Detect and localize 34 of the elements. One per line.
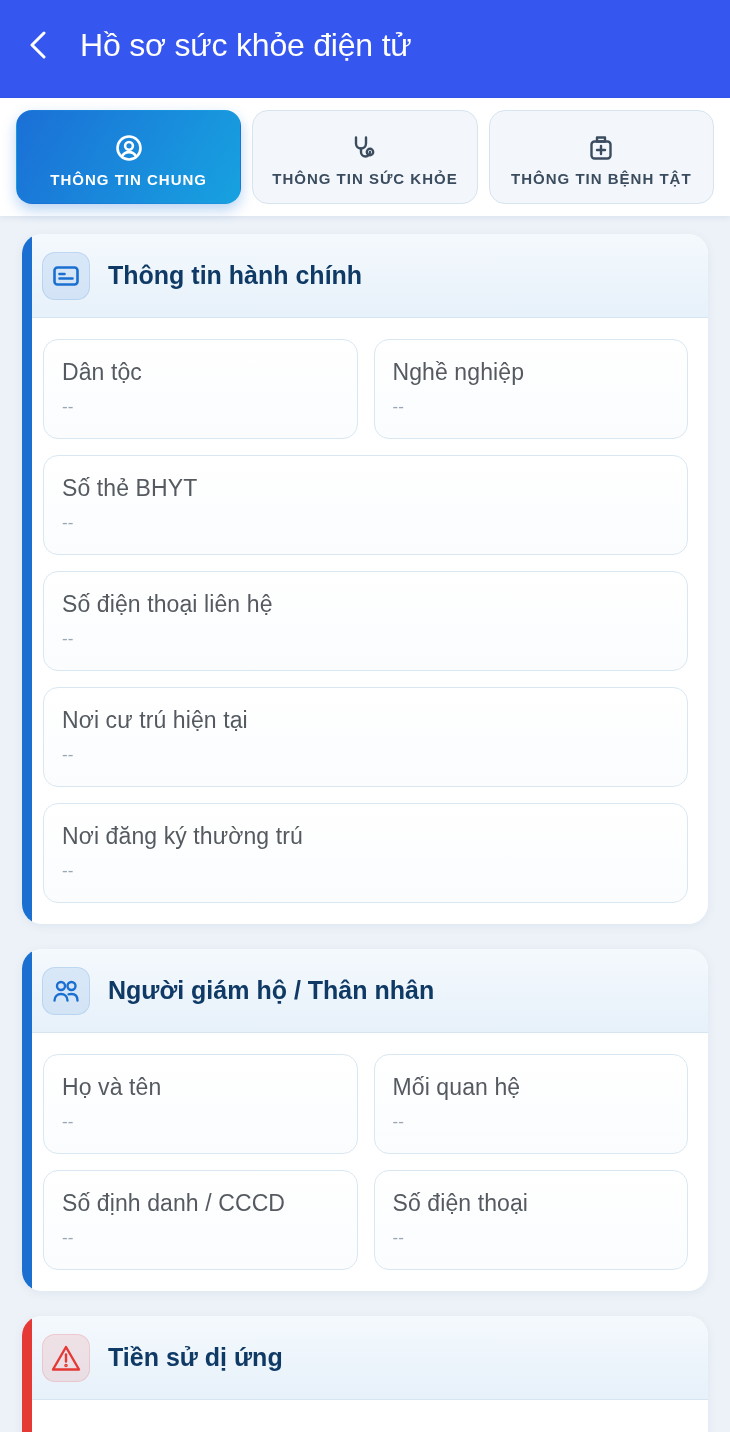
- user-circle-icon: [115, 134, 142, 161]
- field-value: --: [392, 397, 404, 417]
- id-card-icon: [42, 251, 90, 300]
- section-title: Thông tin hành chính: [108, 261, 363, 290]
- chevron-left-icon: [30, 31, 46, 59]
- tab[interactable]: THÔNG TIN SỨC KHỎE: [252, 110, 478, 204]
- field-label: Họ và tên: [62, 1074, 162, 1100]
- field-label: Nơi đăng ký thường trú: [62, 823, 303, 849]
- section-title: Tiền sử dị ứng: [108, 1343, 283, 1372]
- field-label: Số thẻ BHYT: [62, 475, 198, 501]
- section-title: Người giám hộ / Thân nhân: [108, 976, 435, 1005]
- field-label: Dân tộc: [62, 359, 142, 385]
- field-value: --: [62, 629, 74, 649]
- people-icon: [42, 966, 90, 1015]
- tab[interactable]: THÔNG TIN CHUNG: [16, 110, 242, 204]
- field-label: Số định danh / CCCD: [62, 1190, 286, 1216]
- screen-title: Hồ sơ sức khỏe điện tử: [80, 26, 412, 64]
- field-value: --: [62, 745, 74, 765]
- field-value: --: [62, 513, 74, 533]
- field-label: Mối quan hệ: [392, 1074, 521, 1100]
- tab[interactable]: THÔNG TIN BỆNH TẬT: [488, 110, 714, 204]
- warning-icon: [42, 1333, 90, 1382]
- medical-kit-icon: [590, 135, 613, 160]
- stethoscope-icon: [354, 135, 376, 160]
- field-label: Nghề nghiệp: [392, 359, 525, 385]
- field-label: Nơi cư trú hiện tại: [62, 707, 248, 733]
- field-value: --: [62, 861, 74, 881]
- field-label: Số điện thoại: [392, 1190, 529, 1216]
- field-value: --: [62, 1228, 74, 1248]
- field-value: --: [392, 1112, 404, 1132]
- field-value: --: [62, 397, 74, 417]
- field-value: --: [392, 1228, 404, 1248]
- field-label: Số điện thoại liên hệ: [62, 591, 273, 617]
- field-value: --: [62, 1112, 74, 1132]
